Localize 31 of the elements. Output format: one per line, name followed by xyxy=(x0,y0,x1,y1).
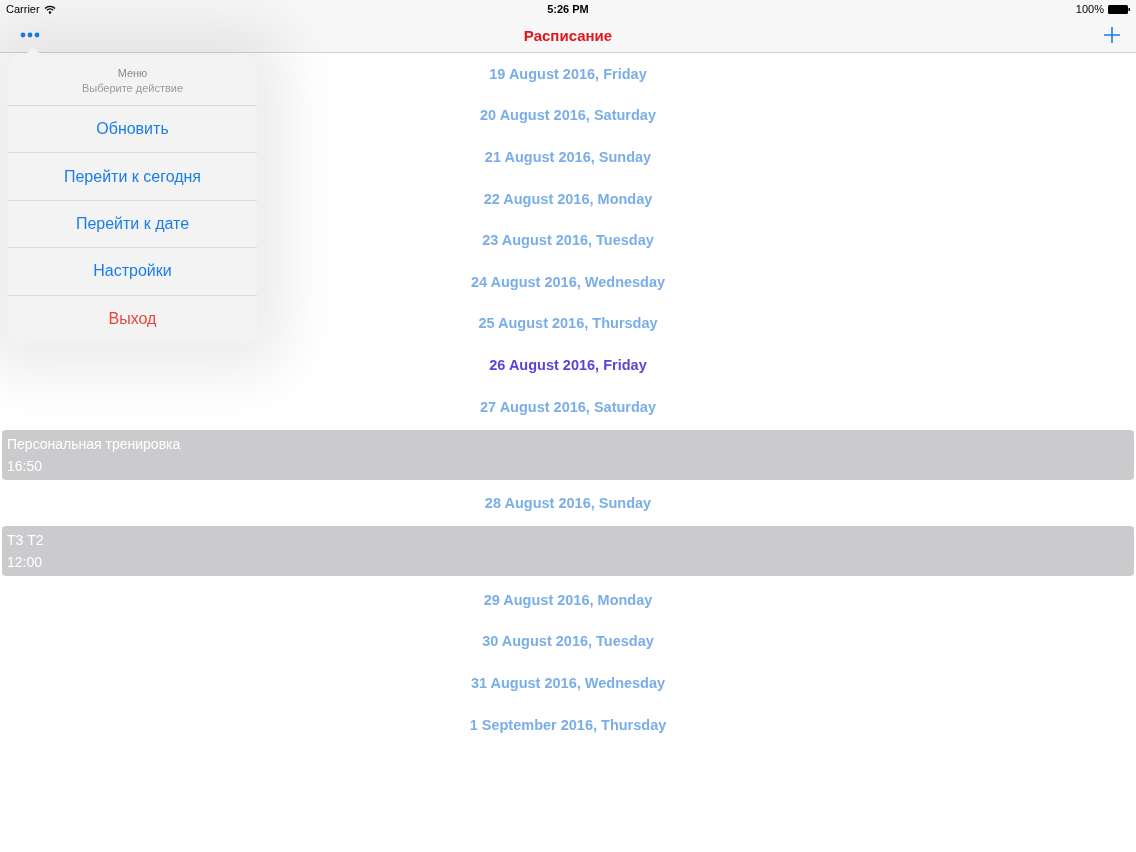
menu-item[interactable]: Выход xyxy=(8,295,257,343)
date-heading[interactable]: 22 August 2016, Monday xyxy=(483,190,653,207)
status-time: 5:26 PM xyxy=(547,3,589,15)
menu-item[interactable]: Настройки xyxy=(8,248,257,296)
carrier-label: Carrier xyxy=(6,3,40,15)
date-heading[interactable]: 28 August 2016, Sunday xyxy=(484,495,652,512)
date-heading[interactable]: 23 August 2016, Tuesday xyxy=(482,232,654,249)
date-heading[interactable]: 19 August 2016, Friday xyxy=(489,65,647,82)
date-heading[interactable]: 26 August 2016, Friday xyxy=(489,356,647,373)
battery-icon xyxy=(1108,4,1130,14)
date-heading[interactable]: 27 August 2016, Saturday xyxy=(480,398,656,415)
add-button[interactable] xyxy=(1102,25,1122,45)
date-heading[interactable]: 20 August 2016, Saturday xyxy=(480,107,656,124)
date-heading[interactable]: 31 August 2016, Wednesday xyxy=(470,674,666,691)
menu-item[interactable]: Перейти к сегодня xyxy=(8,153,257,201)
menu-item[interactable]: Перейти к дате xyxy=(8,200,257,249)
wifi-icon xyxy=(43,4,56,14)
date-heading[interactable]: 30 August 2016, Tuesday xyxy=(482,633,654,650)
battery-percent: 100% xyxy=(1075,3,1104,15)
date-heading[interactable]: 24 August 2016, Wednesday xyxy=(470,273,666,290)
screen-title: Расписание xyxy=(523,26,613,44)
date-heading[interactable]: 25 August 2016, Thursday xyxy=(478,315,658,332)
menu-item[interactable]: Обновить xyxy=(8,106,257,154)
plus-icon xyxy=(1104,27,1120,43)
menu-title: Меню xyxy=(117,66,148,79)
date-heading[interactable]: 29 August 2016, Monday xyxy=(483,591,653,608)
more-icon xyxy=(20,32,40,38)
more-button[interactable] xyxy=(18,30,42,40)
date-heading[interactable]: 1 September 2016, Thursday xyxy=(469,716,667,733)
date-heading[interactable]: 21 August 2016, Sunday xyxy=(484,149,652,165)
menu-subtitle: Выберите действие xyxy=(81,81,184,94)
